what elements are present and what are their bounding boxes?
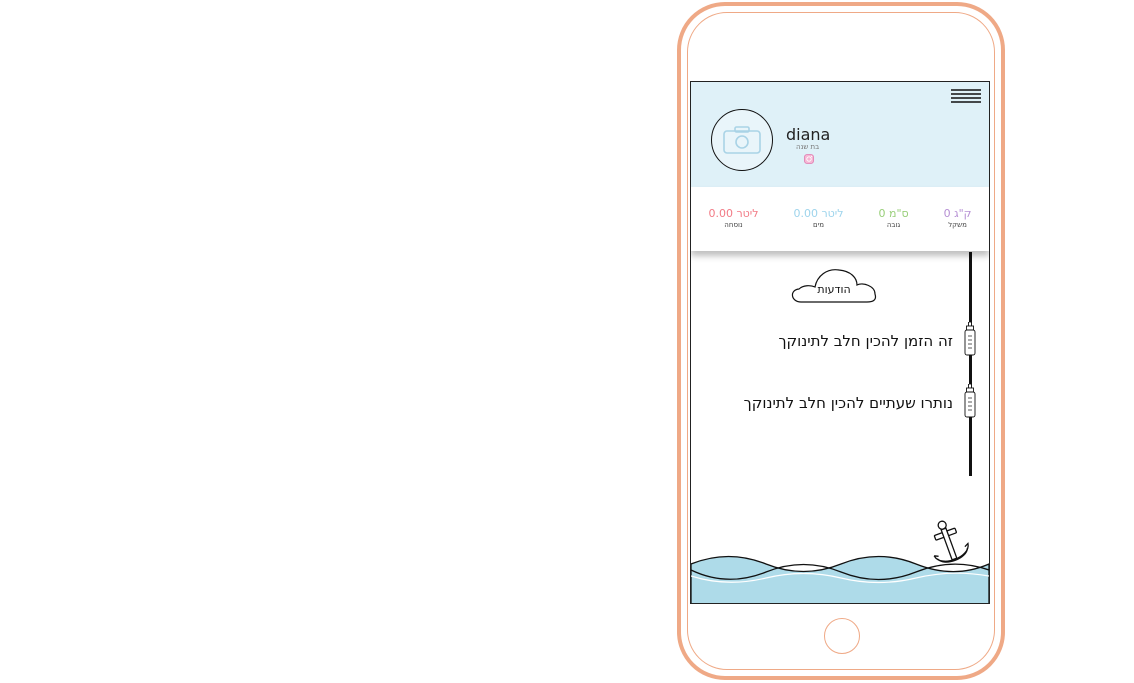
home-button[interactable] bbox=[824, 618, 860, 654]
app-screen: diana בת שנה ק"ג 0 משקל 0 ס"מ גובה ליטר … bbox=[690, 81, 990, 604]
notification-item[interactable]: זה הזמן להכין חלב לתינוקך bbox=[778, 332, 953, 350]
stat-water[interactable]: ליטר 0.00 מים bbox=[793, 207, 843, 230]
stat-value: ק"ג 0 bbox=[943, 207, 972, 220]
baby-bottle-icon bbox=[964, 384, 976, 418]
notification-item[interactable]: נותרו שעתיים להכין חלב לתינוקך bbox=[744, 394, 953, 412]
instagram-icon[interactable] bbox=[804, 154, 814, 164]
avatar[interactable] bbox=[711, 109, 773, 171]
stat-label: משקל bbox=[948, 221, 967, 229]
stat-height[interactable]: 0 ס"מ גובה bbox=[878, 207, 908, 230]
stat-value: ליטר 0.00 bbox=[793, 207, 844, 220]
sea-waves bbox=[691, 555, 989, 603]
stat-weight[interactable]: ק"ג 0 משקל bbox=[944, 207, 972, 230]
notifications-title: הודעות bbox=[817, 283, 851, 296]
stat-value: 0 ס"מ bbox=[878, 207, 909, 220]
profile-header: diana בת שנה bbox=[691, 82, 989, 187]
hamburger-menu-icon[interactable] bbox=[951, 88, 981, 106]
stat-label: נוסחה bbox=[724, 221, 743, 229]
baby-bottle-icon bbox=[964, 322, 976, 356]
camera-icon bbox=[723, 126, 761, 154]
child-name: diana bbox=[786, 125, 831, 144]
stat-value: ליטר 0.00 bbox=[708, 207, 759, 220]
timeline-line bbox=[969, 252, 972, 476]
stats-bar: ק"ג 0 משקל 0 ס"מ גובה ליטר 0.00 מים ליטר… bbox=[691, 187, 989, 251]
stat-formula[interactable]: ליטר 0.00 נוסחה bbox=[708, 207, 758, 230]
stat-label: מים bbox=[813, 221, 824, 229]
child-age: בת שנה bbox=[796, 143, 820, 151]
stat-label: גובה bbox=[886, 221, 901, 229]
